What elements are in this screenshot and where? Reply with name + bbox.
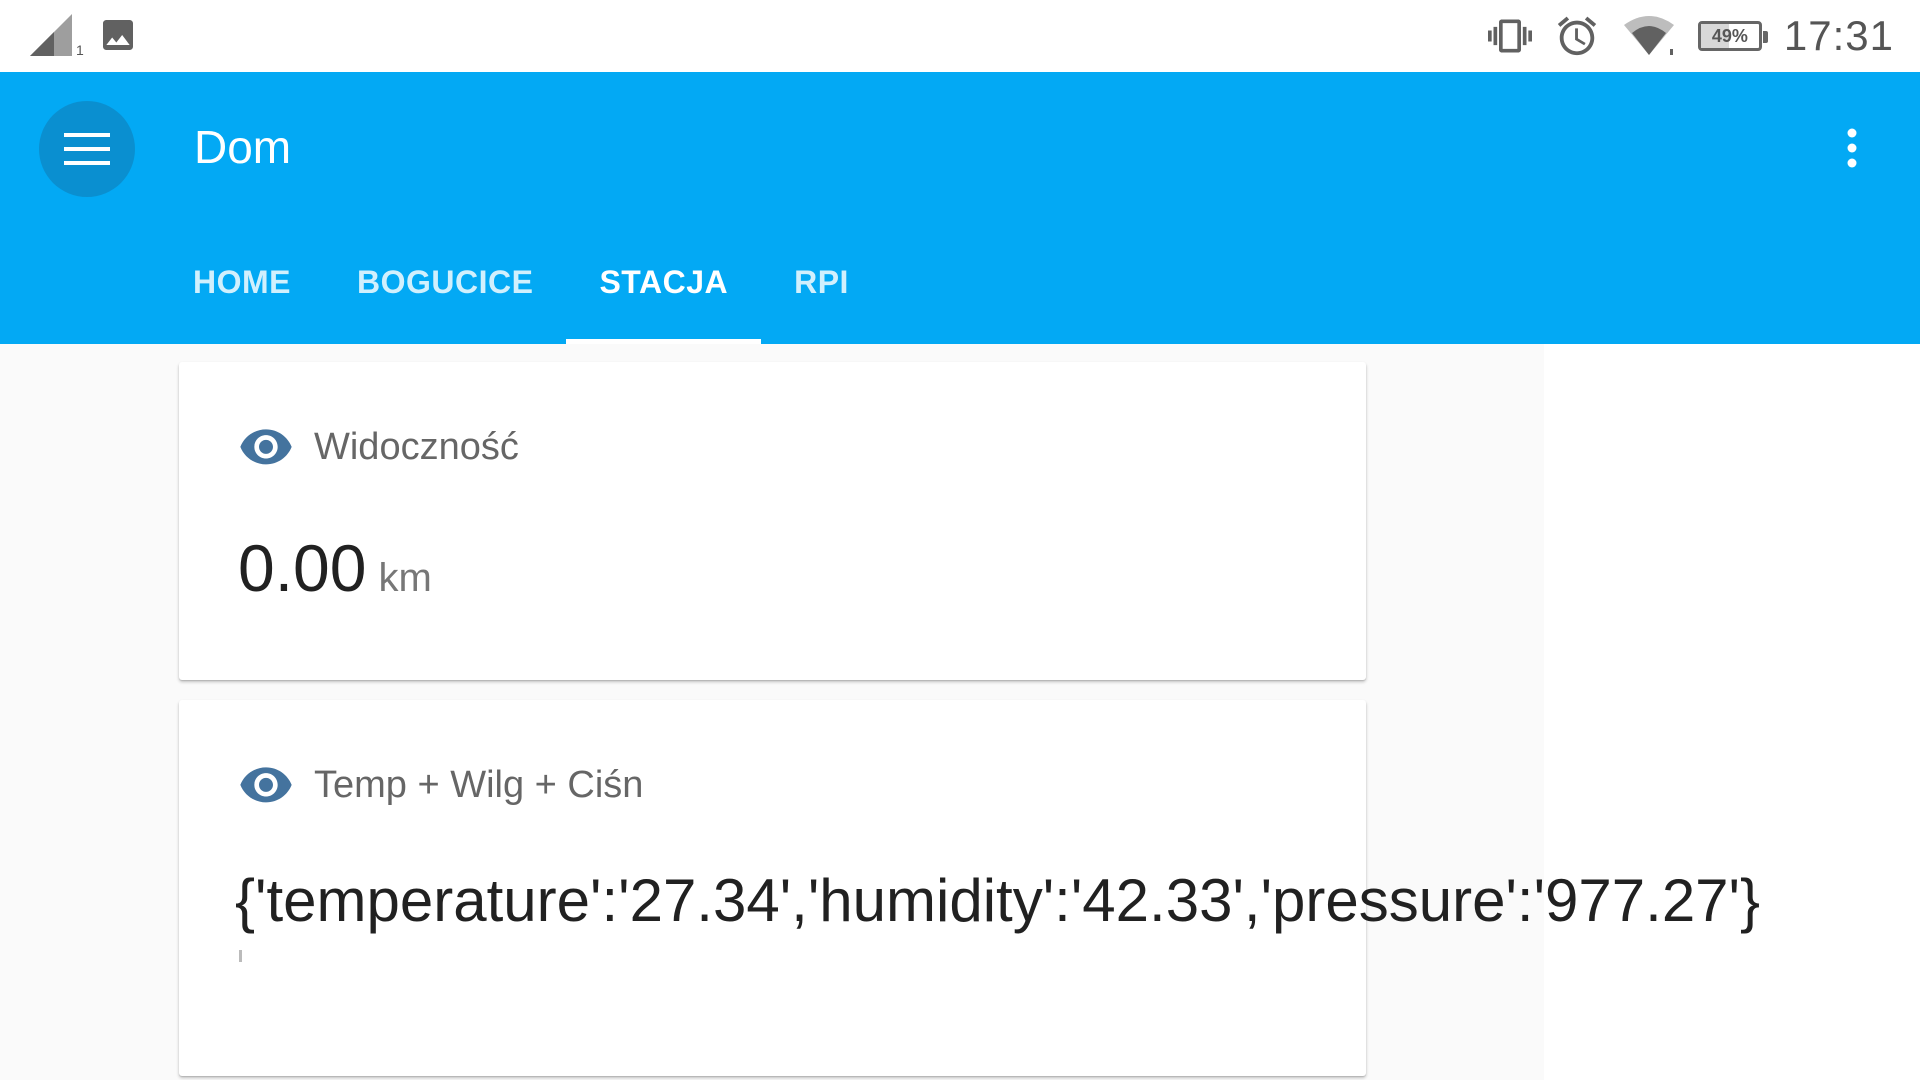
tab-label: STACJA <box>599 264 729 300</box>
card-title: Widoczność <box>314 426 519 468</box>
battery-icon: 49% <box>1697 21 1768 51</box>
clock: 17:31 <box>1783 12 1894 59</box>
tab-label: HOME <box>193 264 291 300</box>
eye-icon <box>238 428 294 468</box>
status-bar: 1 49% 17:31 <box>0 0 1920 72</box>
tab-rpi[interactable]: RPI <box>761 254 882 344</box>
card-title: Temp + Wilg + Ciśn <box>314 764 644 806</box>
hamburger-menu-icon <box>64 132 110 166</box>
sim-slot-label: 1 <box>76 42 84 58</box>
alarm-icon <box>1554 13 1600 59</box>
vibrate-icon <box>1487 14 1532 58</box>
card-header: Widoczność <box>238 426 519 469</box>
sensor-reading: 0.00 km <box>238 530 432 606</box>
status-right: 49% 17:31 <box>1487 8 1894 64</box>
tab-bogucice[interactable]: BOGUCICE <box>324 254 566 344</box>
sensor-value: 0.00 <box>238 531 367 605</box>
eye-icon <box>238 766 294 806</box>
tab-stacja[interactable]: STACJA <box>566 254 761 344</box>
app-bar: Dom HOME BOGUCICE STACJA RPI <box>0 72 1920 344</box>
more-vert-icon <box>1846 128 1858 168</box>
sensor-unit: km <box>378 556 432 600</box>
sensor-card-visibility[interactable]: Widoczność 0.00 km <box>179 362 1366 680</box>
tab-label: RPI <box>794 264 849 300</box>
sensor-card-temp-humidity-pressure[interactable]: Temp + Wilg + Ciśn {'temperature':'27.34… <box>179 700 1760 1076</box>
tab-bar: HOME BOGUCICE STACJA RPI <box>160 254 882 344</box>
page-title: Dom <box>194 121 292 173</box>
card-header: Temp + Wilg + Ciśn <box>238 764 643 807</box>
image-notification-icon <box>98 15 138 55</box>
status-left: 1 <box>28 10 138 60</box>
signal-icon: 1 <box>28 12 84 58</box>
menu-button[interactable] <box>39 101 135 197</box>
more-options-button[interactable] <box>1818 114 1886 182</box>
side-panel <box>1544 344 1920 1080</box>
battery-percent: 49% <box>1711 25 1748 46</box>
tab-home[interactable]: HOME <box>160 254 324 344</box>
tab-label: BOGUCICE <box>357 264 534 300</box>
sensor-value: {'temperature':'27.34','humidity':'42.33… <box>235 867 1761 934</box>
wifi-icon <box>1622 13 1676 59</box>
divider-mark <box>239 950 242 962</box>
